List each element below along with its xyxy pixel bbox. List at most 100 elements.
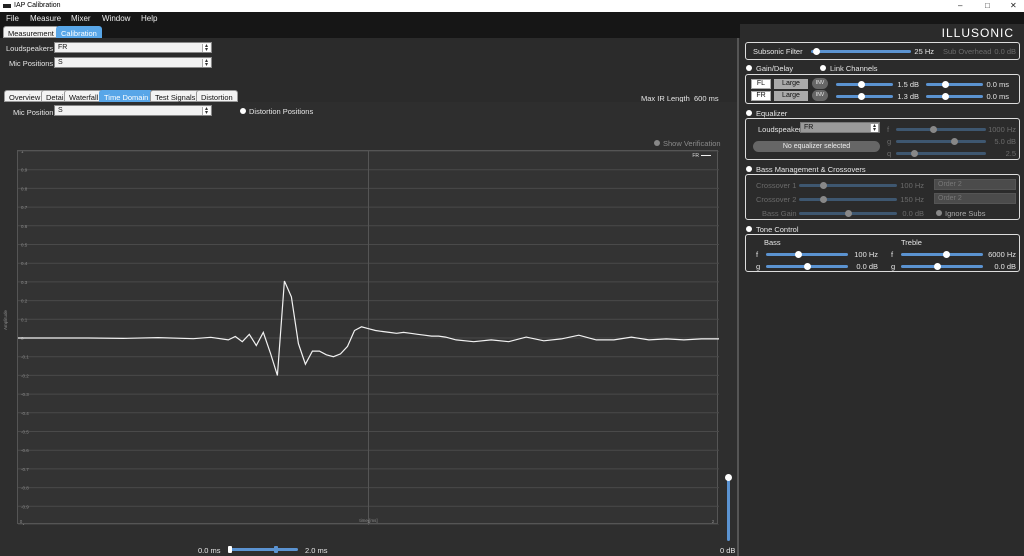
delay-handle-fr[interactable] (942, 93, 950, 100)
bass-management-radio[interactable] (746, 166, 752, 172)
level-slider[interactable] (727, 478, 730, 541)
ignore-subs-radio[interactable] (936, 210, 942, 216)
invert-button-fl[interactable]: INV (812, 78, 828, 89)
distortion-positions-label: Distortion Positions (249, 107, 314, 116)
eq-f-handle[interactable] (930, 126, 938, 133)
y-tick-label: -0.9 (21, 504, 29, 509)
subsonic-label: Subsonic Filter (753, 47, 803, 56)
menu-measure[interactable]: Measure (30, 14, 61, 23)
gain-handle-fr[interactable] (858, 93, 866, 100)
tab-test-signals[interactable]: Test Signals (150, 90, 201, 102)
y-tick-label: -0.4 (21, 411, 29, 416)
bass-label: Bass (764, 238, 781, 247)
menu-help[interactable]: Help (141, 14, 157, 23)
eq-g-handle[interactable] (951, 138, 958, 145)
y-tick-label: -0.2 (21, 373, 29, 378)
tone-control-radio[interactable] (746, 226, 752, 232)
link-channels-label: Link Channels (830, 64, 878, 73)
menu-file[interactable]: File (6, 14, 19, 23)
eq-g-slider[interactable] (896, 140, 986, 143)
y-tick-label: 0.3 (21, 280, 28, 285)
y-tick-label: 0.8 (21, 186, 28, 191)
order2-select[interactable]: Order 2 (934, 193, 1016, 204)
subsonic-value: 25 Hz (914, 47, 934, 56)
y-tick-label: -0.6 (21, 448, 29, 453)
link-channels-radio[interactable] (820, 65, 826, 71)
y-tick-label: 0.1 (21, 317, 28, 322)
show-verification-radio[interactable] (654, 140, 660, 146)
tab-calibration[interactable]: Calibration (56, 26, 102, 38)
level-value: 0 dB (720, 546, 736, 555)
size-select-fl[interactable]: Large (774, 79, 808, 89)
show-verification-label: Show Verification (663, 139, 721, 148)
mic-positions-value: S (58, 59, 63, 66)
bass-g-handle[interactable] (803, 263, 811, 270)
menu-window[interactable]: Window (102, 14, 130, 23)
tab-time-domain[interactable]: Time Domain (99, 90, 154, 102)
eq-q-handle[interactable] (910, 150, 918, 157)
gain-value-fl: 1.5 dB (897, 80, 919, 89)
crossover1-handle[interactable] (820, 182, 827, 189)
bass-f-slider[interactable] (766, 253, 848, 256)
no-equalizer-button[interactable]: No equalizer selected (753, 141, 880, 152)
size-select-fr[interactable]: Large (774, 91, 808, 101)
equalizer-panel: Loudspeaker FR ▴ ▾ No equalizer selected f… (745, 118, 1020, 160)
level-slider-handle[interactable] (725, 473, 732, 481)
menu-mixer[interactable]: Mixer (71, 14, 91, 23)
y-tick-label: -0.7 (21, 467, 29, 472)
close-icon[interactable]: ✕ (1010, 1, 1017, 10)
gain-delay-title: Gain/Delay (756, 64, 794, 73)
impulse-response-chart: 10.90.80.70.60.50.40.30.20.10-0.1-0.2-0.… (18, 151, 719, 525)
crossover1-slider[interactable] (799, 184, 897, 187)
mic-position-select[interactable]: S ▴ ▾ (54, 105, 212, 116)
invert-button-fr[interactable]: INV (812, 90, 828, 101)
time-domain-plot[interactable]: 1 0.9 0.8 0.7 0.6 0.5 0.4 0.3 0.2 0.1 0 -0.1 -0.2 -0.… (17, 150, 719, 525)
equalizer-title: Equalizer (756, 109, 788, 118)
treble-g-handle[interactable] (934, 263, 942, 270)
menu-bar: File Measure Mixer Window Help (0, 12, 1024, 24)
crossover2-handle[interactable] (820, 196, 827, 203)
bass-f-handle[interactable] (795, 251, 803, 258)
time-range-slider[interactable] (230, 548, 298, 551)
loudspeakers-select[interactable]: FR ▴ ▾ (54, 42, 212, 53)
distortion-positions-radio[interactable] (240, 108, 246, 114)
y-tick-label: -0.8 (21, 486, 29, 491)
treble-f-handle[interactable] (942, 251, 950, 258)
treble-g-slider[interactable] (901, 265, 983, 268)
eq-q-slider[interactable] (896, 152, 986, 155)
minimize-icon[interactable]: – (958, 1, 962, 10)
y-tick-label: 0.7 (21, 205, 28, 210)
chevron-updown-icon: ▴ ▾ (870, 123, 878, 133)
bass-gain-value: 0.0 dB (902, 209, 924, 218)
eq-loudspeaker-select[interactable]: FR ▴ ▾ (800, 122, 880, 133)
time-start-value: 0.0 ms (198, 546, 221, 555)
eq-f-slider[interactable] (896, 128, 986, 131)
mic-positions-select[interactable]: S ▴ ▾ (54, 57, 212, 68)
tab-overview[interactable]: Overview (4, 90, 46, 102)
time-end-value: 2.0 ms (305, 546, 328, 555)
eq-f-value: 1000 Hz (988, 125, 1016, 134)
maximize-icon[interactable]: □ (985, 1, 990, 10)
bass-g-label: g (756, 262, 761, 271)
splitter[interactable] (737, 38, 739, 556)
gain-handle-fl[interactable] (858, 81, 866, 88)
tab-distortion[interactable]: Distortion (196, 90, 238, 102)
time-range-end-handle[interactable] (274, 546, 279, 553)
tab-waterfall[interactable]: Waterfall (64, 90, 104, 102)
app-window: IAP Calibration – □ ✕ File Measure Mixer… (0, 0, 1024, 556)
order1-select[interactable]: Order 2 (934, 179, 1016, 190)
ignore-subs-label: Ignore Subs (945, 209, 986, 218)
gain-delay-radio[interactable] (746, 65, 752, 71)
subsonic-handle[interactable] (812, 48, 820, 55)
bass-gain-handle[interactable] (844, 210, 852, 217)
delay-handle-fl[interactable] (942, 81, 950, 88)
crossover2-slider[interactable] (799, 198, 897, 201)
equalizer-radio[interactable] (746, 110, 752, 116)
time-range-start-handle[interactable] (228, 546, 232, 553)
tab-measurement[interactable]: Measurement (3, 26, 59, 38)
bass-g-value: 0.0 dB (856, 262, 878, 271)
bass-management-title: Bass Management & Crossovers (756, 165, 866, 174)
delay-value-fr: 0.0 ms (986, 92, 1009, 101)
legend-label: FR (692, 153, 699, 159)
crossover2-value: 150 Hz (900, 195, 924, 204)
